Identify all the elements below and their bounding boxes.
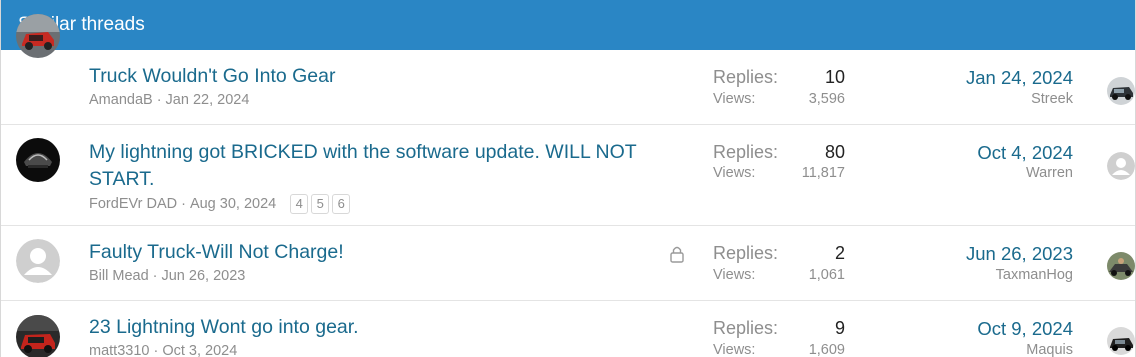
thread-date[interactable]: Jun 26, 2023 (161, 268, 245, 284)
last-poster-avatar[interactable] (1107, 327, 1135, 355)
meta-separator: · (153, 343, 159, 357)
thread-title[interactable]: Truck Wouldn't Go Into Gear (89, 63, 336, 90)
last-post-date[interactable]: Jun 26, 2023 (966, 243, 1073, 265)
last-post-date[interactable]: Oct 4, 2024 (977, 142, 1073, 164)
thread-pagination: 456 (290, 194, 353, 214)
last-poster[interactable]: Maquis (1026, 342, 1073, 357)
replies-count: 2 (834, 243, 845, 263)
thread-title[interactable]: 23 Lightning Wont go into gear. (89, 314, 359, 341)
replies-count: 10 (824, 67, 845, 87)
thread-row: Truck Wouldn't Go Into Gear AmandaB · Jan … (1, 14, 1135, 125)
thread-title-line: My lightning got BRICKED with the softwa… (89, 141, 637, 163)
thread-row: My lightning got BRICKED with the softwa… (1, 125, 1135, 226)
views-label: Views: (713, 165, 756, 181)
last-poster-avatar[interactable] (1107, 252, 1135, 280)
thread-date[interactable]: Jan 22, 2024 (166, 92, 250, 108)
page-link[interactable]: 6 (332, 194, 351, 214)
thread-date[interactable]: Aug 30, 2024 (190, 196, 276, 212)
last-post-date[interactable]: Jan 24, 2024 (966, 67, 1073, 89)
author-avatar[interactable] (16, 315, 60, 357)
last-poster[interactable]: Streek (1031, 91, 1073, 107)
thread-row: Faulty Truck-Will Not Charge! Bill Mead ·… (1, 226, 1135, 301)
views-count: 11,817 (801, 165, 845, 181)
thread-meta: Bill Mead · Jun 26, 2023 (89, 268, 245, 284)
thread-author[interactable]: AmandaB (89, 92, 153, 108)
replies-count: 80 (824, 142, 845, 162)
views-label: Views: (713, 342, 756, 357)
last-poster-avatar[interactable] (1107, 77, 1135, 105)
views-label: Views: (713, 91, 756, 107)
author-avatar[interactable] (16, 14, 60, 58)
replies-label: Replies: (713, 243, 779, 263)
thread-title[interactable]: Faulty Truck-Will Not Charge! (89, 239, 344, 266)
page-link[interactable]: 4 (290, 194, 309, 214)
replies-count: 9 (834, 318, 845, 338)
meta-separator: · (152, 268, 158, 284)
lock-icon (670, 246, 684, 263)
replies-label: Replies: (713, 318, 779, 338)
views-count: 1,609 (808, 342, 845, 357)
last-post-date[interactable]: Oct 9, 2024 (977, 318, 1073, 340)
author-avatar[interactable] (16, 239, 60, 283)
thread-meta: matt3310 · Oct 3, 2024 (89, 343, 237, 357)
thread-meta: FordEVr DAD · Aug 30, 2024 456 (89, 194, 353, 214)
views-count: 3,596 (808, 91, 845, 107)
thread-meta: AmandaB · Jan 22, 2024 (89, 92, 249, 108)
author-avatar[interactable] (16, 138, 60, 182)
meta-separator: · (181, 196, 186, 212)
last-poster[interactable]: TaxmanHog (996, 267, 1073, 283)
meta-separator: · (156, 92, 162, 108)
replies-label: Replies: (713, 67, 779, 87)
last-poster-avatar[interactable] (1107, 152, 1135, 180)
page-link[interactable]: 5 (311, 194, 330, 214)
thread-title[interactable]: My lightning got BRICKED with the softwa… (89, 139, 637, 193)
replies-label: Replies: (713, 142, 779, 162)
views-count: 1,061 (808, 267, 845, 283)
thread-date[interactable]: Oct 3, 2024 (162, 343, 237, 357)
similar-threads-block: Similar threads Truck Wouldn't Go Into G… (0, 0, 1136, 357)
thread-author[interactable]: matt3310 (89, 343, 149, 357)
thread-title-line: START. (89, 168, 155, 190)
block-header: Similar threads (1, 0, 1135, 50)
thread-author[interactable]: FordEVr DAD (89, 196, 177, 212)
thread-author[interactable]: Bill Mead (89, 268, 149, 284)
last-poster[interactable]: Warren (1026, 165, 1073, 181)
views-label: Views: (713, 267, 756, 283)
thread-row: 23 Lightning Wont go into gear. matt3310… (1, 301, 1135, 357)
